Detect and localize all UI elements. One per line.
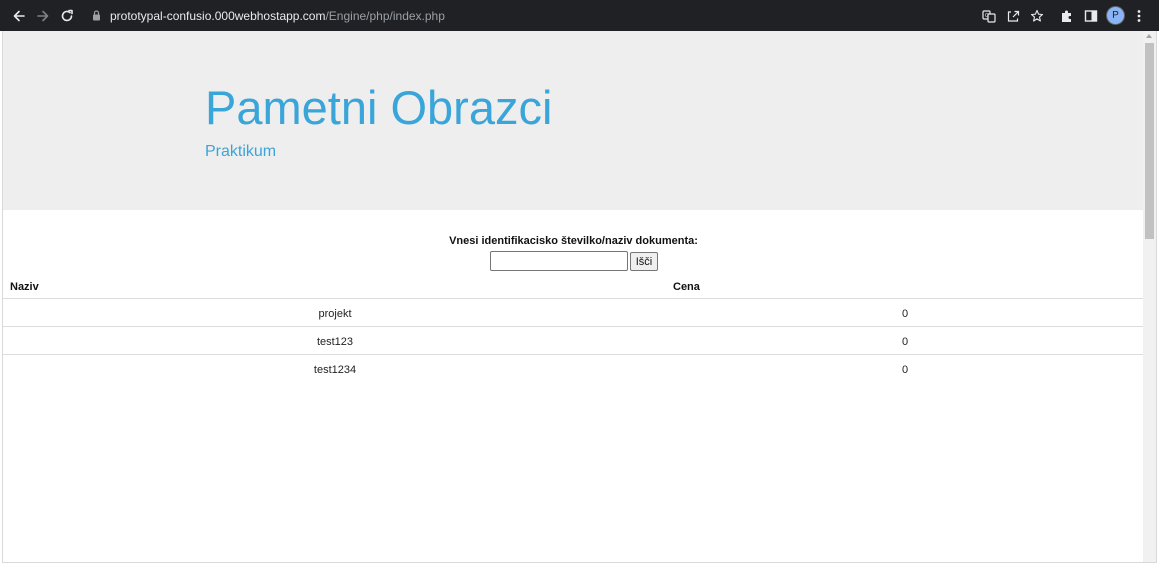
search-button[interactable]: Išči	[630, 252, 658, 271]
scroll-up-arrow-icon[interactable]	[1146, 34, 1152, 38]
page-subtitle: Praktikum	[205, 143, 277, 160]
profile-avatar[interactable]: P	[1107, 7, 1124, 24]
arrow-left-icon	[13, 10, 25, 22]
side-panel-button[interactable]	[1081, 6, 1101, 26]
bookmark-button[interactable]	[1027, 6, 1047, 26]
cell-naziv: test123	[316, 336, 354, 348]
cell-cena: 0	[901, 364, 909, 376]
reload-button[interactable]	[55, 4, 79, 28]
url-path: /Engine/php/index.php	[325, 9, 445, 23]
cell-cena: 0	[901, 336, 909, 348]
translate-button[interactable]: G	[979, 6, 999, 26]
puzzle-icon	[1062, 10, 1071, 22]
extensions-button[interactable]	[1057, 6, 1077, 26]
documents-table: Naziv Cena projekt 0 test123 0 test1234 …	[3, 275, 1144, 383]
search-label: Vnesi identifikacisko številko/naziv dok…	[449, 235, 698, 247]
reload-icon	[61, 9, 73, 22]
side-panel-icon	[1084, 10, 1098, 22]
header-banner: Pametni Obrazci Praktikum	[3, 31, 1144, 210]
browser-toolbar: prototypal-confusio.000webhostapp.com/En…	[0, 0, 1159, 31]
page-viewport: Pametni Obrazci Praktikum Vnesi identifi…	[2, 31, 1157, 563]
forward-button[interactable]	[31, 4, 55, 28]
search-input[interactable]	[490, 251, 628, 271]
translate-icon: G	[982, 10, 996, 23]
cell-naziv: projekt	[318, 308, 352, 320]
arrow-right-icon	[37, 10, 49, 22]
kebab-menu-icon	[1137, 10, 1141, 22]
browser-menu-button[interactable]	[1129, 6, 1149, 26]
address-bar[interactable]: prototypal-confusio.000webhostapp.com/En…	[84, 4, 1049, 28]
table-row[interactable]: projekt 0	[3, 299, 1144, 327]
url-host: prototypal-confusio.000webhostapp.com	[110, 9, 326, 23]
lock-icon[interactable]	[92, 10, 101, 21]
star-icon	[1030, 9, 1044, 22]
share-icon	[1007, 10, 1020, 22]
table-row[interactable]: test123 0	[3, 327, 1144, 355]
page-title: Pametni Obrazci	[205, 81, 553, 134]
table-row[interactable]: test1234 0	[3, 355, 1144, 383]
vertical-scrollbar[interactable]	[1143, 31, 1156, 562]
table-header: Naziv Cena	[3, 275, 1144, 299]
cell-naziv: test1234	[313, 364, 357, 376]
scrollbar-thumb[interactable]	[1145, 43, 1154, 239]
column-header-naziv: Naziv	[10, 281, 39, 293]
share-button[interactable]	[1003, 6, 1023, 26]
column-header-cena: Cena	[673, 281, 700, 293]
svg-text:G: G	[985, 13, 989, 19]
back-button[interactable]	[7, 4, 31, 28]
url-text: prototypal-confusio.000webhostapp.com/En…	[110, 9, 445, 23]
cell-cena: 0	[901, 308, 909, 320]
